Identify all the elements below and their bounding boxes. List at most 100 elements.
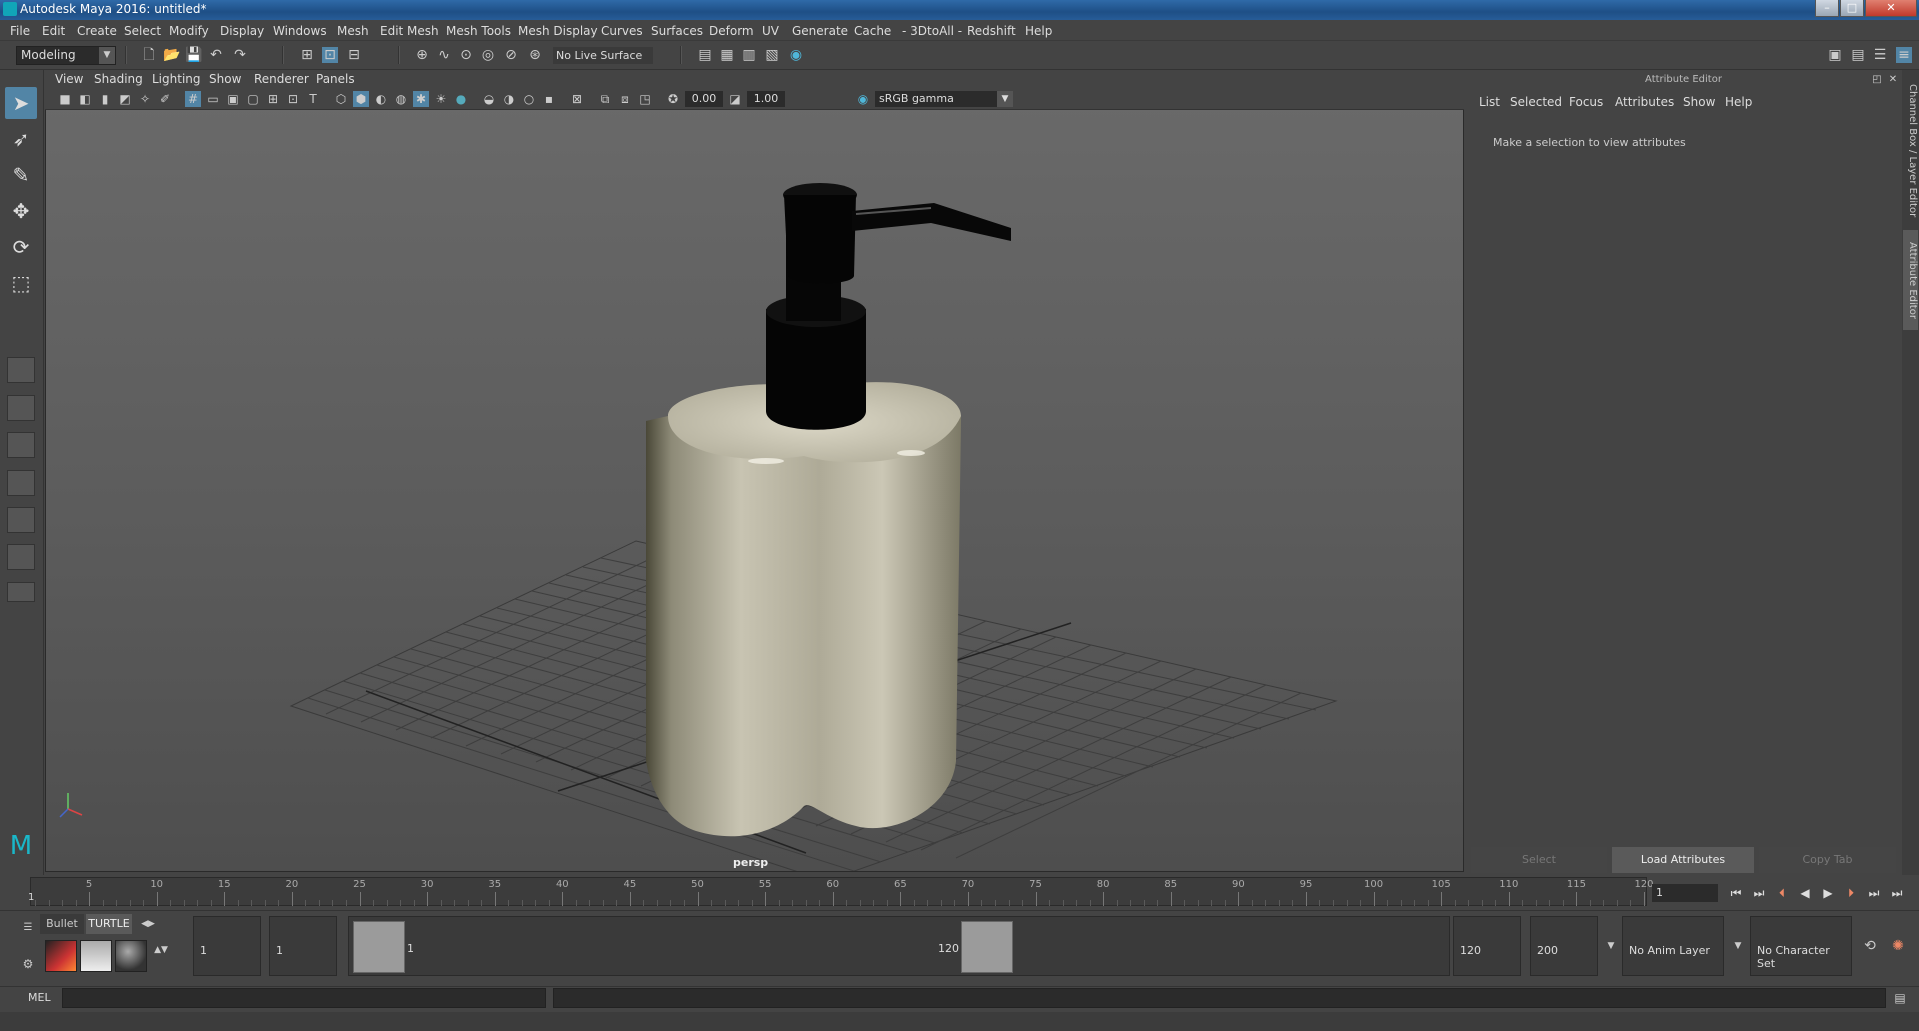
- ae-menu-help[interactable]: Help: [1725, 95, 1752, 109]
- shelf-settings-icon[interactable]: ⚙: [20, 956, 36, 972]
- menu-edit[interactable]: Edit: [42, 24, 65, 38]
- hypershade-icon[interactable]: ◉: [788, 47, 804, 63]
- go-to-start-icon[interactable]: ⏮: [1727, 884, 1745, 902]
- backface-culling-icon[interactable]: ◳: [637, 91, 653, 107]
- ae-menu-list[interactable]: List: [1479, 95, 1500, 109]
- camera-icon[interactable]: ■: [57, 91, 73, 107]
- turtle-bake-icon[interactable]: [80, 940, 112, 972]
- 2d-pan-zoom-icon[interactable]: ✧: [137, 91, 153, 107]
- gate-mask-icon[interactable]: ▢: [245, 91, 261, 107]
- four-view-layout-icon[interactable]: [7, 395, 35, 421]
- menu-mesh-tools[interactable]: Mesh Tools: [446, 24, 511, 38]
- current-frame-field[interactable]: 1: [1652, 884, 1718, 902]
- ae-menu-show[interactable]: Show: [1683, 95, 1715, 109]
- perspective-viewport[interactable]: [45, 70, 1464, 872]
- render-settings-icon[interactable]: ▤: [697, 47, 713, 63]
- menu-display[interactable]: Display: [220, 24, 264, 38]
- minimize-button[interactable]: –: [1815, 0, 1839, 17]
- play-forwards-icon[interactable]: ▶: [1819, 884, 1837, 902]
- grid-toggle-icon[interactable]: #: [185, 91, 201, 107]
- menu-help[interactable]: Help: [1025, 24, 1052, 38]
- animation-preferences-icon[interactable]: ✺: [1890, 938, 1906, 954]
- view-transform-select[interactable]: sRGB gamma ▼: [875, 91, 1013, 107]
- menu-select[interactable]: Select: [124, 24, 161, 38]
- xray-joints-icon[interactable]: ⧉: [597, 91, 613, 107]
- xray-icon[interactable]: ⊠: [569, 91, 585, 107]
- animation-end-field[interactable]: 200: [1530, 916, 1598, 976]
- live-surface-icon[interactable]: ⊛: [527, 47, 543, 63]
- panel-menu-show[interactable]: Show: [209, 72, 241, 86]
- lasso-tool-icon[interactable]: ➶: [5, 123, 37, 155]
- wireframe-on-shaded-icon[interactable]: ◐: [373, 91, 389, 107]
- copy-tab-button[interactable]: Copy Tab: [1759, 847, 1896, 873]
- safe-title-icon[interactable]: T: [305, 91, 321, 107]
- menu-uv[interactable]: UV: [762, 24, 779, 38]
- load-attributes-button[interactable]: Load Attributes: [1612, 847, 1754, 873]
- gamma-icon[interactable]: ◪: [727, 91, 743, 107]
- command-input[interactable]: [62, 988, 546, 1008]
- open-scene-icon[interactable]: 📂: [163, 47, 180, 63]
- wireframe-icon[interactable]: ⬡: [333, 91, 349, 107]
- time-ruler[interactable]: 5 10 15 20 25 30 35 40 45 50 55 60 65 70 75 80 85 90 95 100…: [28, 877, 1654, 906]
- script-editor-icon[interactable]: ▤: [1892, 990, 1908, 1006]
- shelf-menu-icon[interactable]: ☰: [20, 920, 36, 936]
- panel-menu-shading[interactable]: Shading: [94, 72, 143, 86]
- close-button[interactable]: ✕: [1865, 0, 1917, 17]
- ae-menu-focus[interactable]: Focus: [1569, 95, 1603, 109]
- menu-windows[interactable]: Windows: [273, 24, 327, 38]
- new-scene-icon[interactable]: 🗋: [141, 47, 157, 63]
- snap-surface-icon[interactable]: ⊘: [503, 47, 519, 63]
- workspace-icon[interactable]: ▣: [1827, 47, 1843, 63]
- depth-of-field-icon[interactable]: ○: [521, 91, 537, 107]
- live-surface-field[interactable]: No Live Surface: [553, 47, 653, 64]
- exposure-icon[interactable]: ✪: [665, 91, 681, 107]
- close-panel-icon[interactable]: ✕: [1885, 72, 1901, 88]
- safe-action-icon[interactable]: ⊡: [285, 91, 301, 107]
- move-tool-icon[interactable]: ✥: [5, 195, 37, 227]
- outliner-toggle-icon[interactable]: ☰: [1872, 47, 1888, 63]
- maximize-button[interactable]: □: [1840, 0, 1864, 17]
- menu-create[interactable]: Create: [77, 24, 117, 38]
- render-current-icon[interactable]: ▥: [741, 47, 757, 63]
- snap-view-icon[interactable]: ◎: [480, 47, 496, 63]
- menu-cache[interactable]: Cache: [854, 24, 891, 38]
- select-component-icon[interactable]: ⊟: [346, 47, 362, 63]
- channel-box-toggle-icon[interactable]: ≡: [1896, 47, 1912, 63]
- command-language-label[interactable]: MEL: [28, 991, 51, 1004]
- mode-selector[interactable]: Modeling ▼: [16, 46, 116, 65]
- paint-select-tool-icon[interactable]: ✎: [5, 159, 37, 191]
- panel-menu-panels[interactable]: Panels: [316, 72, 355, 86]
- panel-menu-view[interactable]: View: [55, 72, 83, 86]
- more-layouts-icon[interactable]: [7, 582, 35, 602]
- film-gate-icon[interactable]: ▭: [205, 91, 221, 107]
- menu-surfaces[interactable]: Surfaces: [651, 24, 703, 38]
- select-button[interactable]: Select: [1471, 847, 1607, 873]
- float-panel-icon[interactable]: ◰: [1869, 72, 1885, 88]
- shelf-tab-bullet[interactable]: Bullet: [40, 914, 84, 934]
- rotate-tool-icon[interactable]: ⟳: [5, 231, 37, 263]
- playback-start-field[interactable]: 1: [269, 916, 337, 976]
- menu-deform[interactable]: Deform: [709, 24, 754, 38]
- range-start-handle[interactable]: [353, 921, 405, 973]
- auto-key-icon[interactable]: ⟲: [1862, 938, 1878, 954]
- scale-tool-icon[interactable]: ⬚: [5, 267, 37, 299]
- panel-menu-renderer[interactable]: Renderer: [254, 72, 309, 86]
- resolution-gate-icon[interactable]: ▣: [225, 91, 241, 107]
- smooth-shade-icon[interactable]: ⬢: [353, 91, 369, 107]
- render-view-icon[interactable]: ▦: [719, 47, 735, 63]
- select-hierarchy-icon[interactable]: ⊞: [299, 47, 315, 63]
- shadows-icon[interactable]: ☀: [433, 91, 449, 107]
- image-plane-icon[interactable]: ◩: [117, 91, 133, 107]
- step-back-frame-icon[interactable]: ⏴: [1773, 884, 1791, 902]
- bookmark-icon[interactable]: ▮: [97, 91, 113, 107]
- exposure-field[interactable]: 0.00: [685, 91, 723, 107]
- range-slider[interactable]: [348, 916, 1450, 976]
- persp-graph-layout-icon[interactable]: [7, 470, 35, 496]
- select-object-icon[interactable]: ⊡: [322, 47, 338, 63]
- color-management-icon[interactable]: ◉: [855, 91, 871, 107]
- character-set-select[interactable]: No Character Set: [1750, 916, 1852, 976]
- grease-pencil-icon[interactable]: ✐: [157, 91, 173, 107]
- field-chart-icon[interactable]: ⊞: [265, 91, 281, 107]
- go-to-end-icon[interactable]: ⏭: [1888, 884, 1906, 902]
- attribute-editor-tab[interactable]: Attribute Editor: [1903, 230, 1918, 330]
